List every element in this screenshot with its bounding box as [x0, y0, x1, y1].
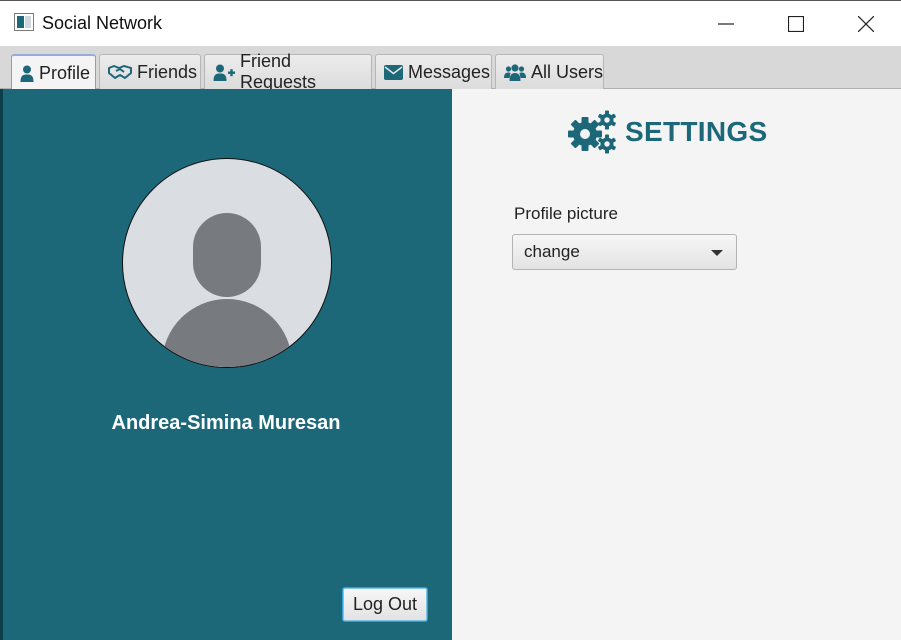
minimize-button[interactable]: [703, 1, 749, 47]
avatar-shoulders: [162, 299, 292, 367]
close-button[interactable]: [843, 1, 889, 47]
avatar-head: [193, 213, 261, 297]
settings-header: SETTINGS: [568, 110, 767, 154]
gears-icon: [568, 110, 616, 154]
profile-picture-select[interactable]: change: [512, 234, 737, 270]
user-name: Andrea-Simina Muresan: [111, 412, 341, 434]
tab-label: Friend Requests: [240, 51, 317, 92]
panel-edge: [0, 89, 3, 640]
tab-bar: Profile Friends Friend Requests Messages: [0, 46, 901, 92]
tab-profile[interactable]: Profile: [11, 54, 96, 90]
user-plus-icon: [213, 64, 235, 81]
maximize-button[interactable]: [773, 1, 819, 47]
tab-label: Profile: [39, 62, 91, 83]
users-icon: [504, 63, 526, 81]
minimize-icon: [718, 23, 734, 25]
chevron-down-icon: [711, 250, 723, 256]
tab-label: Messages: [408, 61, 491, 82]
close-icon: [858, 16, 874, 32]
window-title: Social Network: [42, 13, 163, 33]
tab-all-users[interactable]: All Users: [495, 54, 604, 89]
settings-title: SETTINGS: [625, 116, 768, 147]
app-icon: [14, 13, 34, 31]
logout-button[interactable]: Log Out: [342, 587, 428, 622]
title-bar: Social Network: [0, 0, 901, 46]
maximize-icon: [788, 16, 804, 32]
tab-label: All Users: [531, 61, 604, 82]
user-icon: [20, 65, 34, 82]
tab-messages[interactable]: Messages: [375, 54, 492, 89]
tab-friends[interactable]: Friends: [99, 54, 201, 89]
tab-label: Friends: [137, 61, 198, 82]
profile-picture-label: Profile picture: [514, 204, 618, 223]
envelope-icon: [384, 64, 403, 80]
select-value: change: [524, 242, 580, 261]
default-avatar-icon: [122, 158, 332, 368]
handshake-icon: [108, 65, 132, 79]
tab-friend-requests[interactable]: Friend Requests: [204, 51, 372, 92]
